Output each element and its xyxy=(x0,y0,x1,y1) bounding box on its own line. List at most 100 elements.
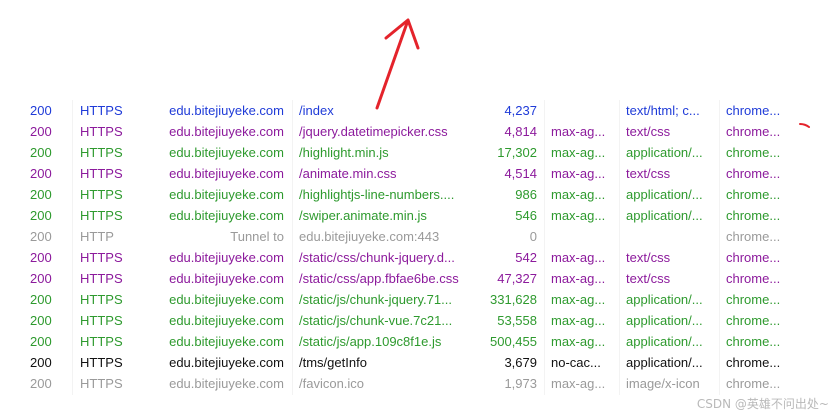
process-cell: chrome... xyxy=(726,145,781,160)
session-row[interactable]: 200 HTTPS edu.bitejiuyeke.com/favicon.ico 1… xyxy=(0,373,839,394)
result-cell: 200 xyxy=(30,187,52,202)
result-cell: 200 xyxy=(30,292,52,307)
host-cell: edu.bitejiuyeke.com xyxy=(169,376,284,391)
process-cell: chrome... xyxy=(726,187,781,202)
body-size-cell: 0 xyxy=(529,229,537,244)
session-row[interactable]: 200 HTTPS edu.bitejiuyeke.com/index 4,237 te… xyxy=(0,100,839,121)
protocol-cell: HTTPS xyxy=(80,166,123,181)
caching-cell: max-ag... xyxy=(551,292,606,307)
process-cell: chrome... xyxy=(726,313,781,328)
protocol-cell: HTTPS xyxy=(80,145,123,160)
url-cell: /highlight.min.js xyxy=(299,145,389,160)
session-row[interactable]: 200 HTTPS edu.bitejiuyeke.com/static/js/ch… xyxy=(0,310,839,331)
process-cell: chrome... xyxy=(726,229,781,244)
session-row[interactable]: 200 HTTPS edu.bitejiuyeke.com/static/css/a… xyxy=(0,268,839,289)
content-type-cell: application/... xyxy=(626,145,703,160)
url-cell: /tms/getInfo xyxy=(299,355,367,370)
protocol-cell: HTTPS xyxy=(80,187,123,202)
caching-cell: max-ag... xyxy=(551,376,606,391)
caching-cell: max-ag... xyxy=(551,208,606,223)
result-cell: 200 xyxy=(30,145,52,160)
url-cell: /static/js/app.109c8f1e.js xyxy=(299,334,442,349)
caching-cell: max-ag... xyxy=(551,250,606,265)
host-cell: edu.bitejiuyeke.com xyxy=(169,124,284,139)
process-cell: chrome... xyxy=(726,292,781,307)
protocol-cell: HTTPS xyxy=(80,334,123,349)
session-row[interactable]: 200 HTTPS edu.bitejiuyeke.com/jquery.datet… xyxy=(0,121,839,142)
host-cell: edu.bitejiuyeke.com xyxy=(169,355,284,370)
caching-cell: no-cac... xyxy=(551,355,601,370)
content-type-cell: application/... xyxy=(626,187,703,202)
protocol-cell: HTTPS xyxy=(80,376,123,391)
caching-cell: max-ag... xyxy=(551,145,606,160)
session-row[interactable]: 200 HTTPS edu.bitejiuyeke.com/animate.min.… xyxy=(0,163,839,184)
session-row[interactable]: 200 HTTPS edu.bitejiuyeke.com/static/css/c… xyxy=(0,247,839,268)
session-row[interactable]: 200 HTTPS edu.bitejiuyeke.com/highlight.mi… xyxy=(0,142,839,163)
session-row[interactable]: 200 HTTPS edu.bitejiuyeke.com/static/js/ch… xyxy=(0,289,839,310)
host-cell: edu.bitejiuyeke.com xyxy=(169,208,284,223)
host-cell: edu.bitejiuyeke.com xyxy=(169,334,284,349)
protocol-cell: HTTPS xyxy=(80,313,123,328)
result-cell: 200 xyxy=(30,271,52,286)
body-size-cell: 986 xyxy=(515,187,537,202)
result-cell: 200 xyxy=(30,355,52,370)
red-arrow-icon xyxy=(375,18,420,110)
host-cell: edu.bitejiuyeke.com xyxy=(169,145,284,160)
caching-cell: max-ag... xyxy=(551,187,606,202)
content-type-cell: text/css xyxy=(626,271,671,286)
caching-cell: max-ag... xyxy=(551,271,606,286)
host-cell: edu.bitejiuyeke.com xyxy=(169,250,284,265)
body-size-cell: 331,628 xyxy=(490,292,537,307)
url-cell: /static/js/chunk-vue.7c21... xyxy=(299,313,453,328)
result-cell: 200 xyxy=(30,166,52,181)
result-cell: 200 xyxy=(30,124,52,139)
process-cell: chrome... xyxy=(726,250,781,265)
session-row[interactable]: 200 HTTPS edu.bitejiuyeke.com/highlightjs-… xyxy=(0,184,839,205)
content-type-cell: text/css xyxy=(626,250,671,265)
content-type-cell: text/html; c... xyxy=(626,103,700,118)
session-row[interactable]: 200 HTTP Tunnel to edu.bitejiuyeke.com:443 0… xyxy=(0,226,839,247)
url-cell: /swiper.animate.min.js xyxy=(299,208,427,223)
url-cell: edu.bitejiuyeke.com:443 xyxy=(299,229,440,244)
result-cell: 200 xyxy=(30,313,52,328)
caching-cell: max-ag... xyxy=(551,313,606,328)
url-cell: /static/css/app.fbfae6be.css xyxy=(299,271,459,286)
process-cell: chrome... xyxy=(726,208,781,223)
host-cell: edu.bitejiuyeke.com xyxy=(169,292,284,307)
process-cell: chrome... xyxy=(726,103,781,118)
content-type-cell: text/css xyxy=(626,166,671,181)
url-cell: /favicon.ico xyxy=(299,376,365,391)
caching-cell: max-ag... xyxy=(551,166,606,181)
protocol-cell: HTTPS xyxy=(80,355,123,370)
url-cell: /highlightjs-line-numbers.... xyxy=(299,187,455,202)
url-cell: /jquery.datetimepicker.css xyxy=(299,124,448,139)
watermark: CSDN @英雄不问出处~ xyxy=(696,397,829,411)
body-size-cell: 4,514 xyxy=(504,166,537,181)
result-cell: 200 xyxy=(30,250,52,265)
process-cell: chrome... xyxy=(726,124,781,139)
session-row[interactable]: 200 HTTPS edu.bitejiuyeke.com/swiper.anima… xyxy=(0,205,839,226)
protocol-cell: HTTP xyxy=(80,229,114,244)
result-cell: 200 xyxy=(30,376,52,391)
url-cell: /static/css/chunk-jquery.d... xyxy=(299,250,455,265)
result-cell: 200 xyxy=(30,103,52,118)
content-type-cell: application/... xyxy=(626,208,703,223)
content-type-cell: application/... xyxy=(626,334,703,349)
process-cell: chrome... xyxy=(726,271,781,286)
content-type-cell: application/... xyxy=(626,292,703,307)
body-size-cell: 546 xyxy=(515,208,537,223)
body-size-cell: 500,455 xyxy=(490,334,537,349)
session-row[interactable]: 200 HTTPS edu.bitejiuyeke.com/static/js/ap… xyxy=(0,331,839,352)
body-size-cell: 17,302 xyxy=(497,145,537,160)
content-type-cell: application/... xyxy=(626,355,703,370)
session-row[interactable]: 200 HTTPS edu.bitejiuyeke.com/tms/getInfo 3… xyxy=(0,352,839,373)
session-list[interactable]: 200 HTTPS edu.bitejiuyeke.com/index 4,237 te… xyxy=(0,100,839,394)
content-type-cell: text/css xyxy=(626,124,671,139)
host-cell: Tunnel to xyxy=(230,229,284,244)
content-type-cell: image/x-icon xyxy=(626,376,700,391)
url-cell: /animate.min.css xyxy=(299,166,397,181)
body-size-cell: 47,327 xyxy=(497,271,537,286)
url-cell: /static/js/chunk-jquery.71... xyxy=(299,292,452,307)
host-cell: edu.bitejiuyeke.com xyxy=(169,187,284,202)
content-type-cell: application/... xyxy=(626,313,703,328)
